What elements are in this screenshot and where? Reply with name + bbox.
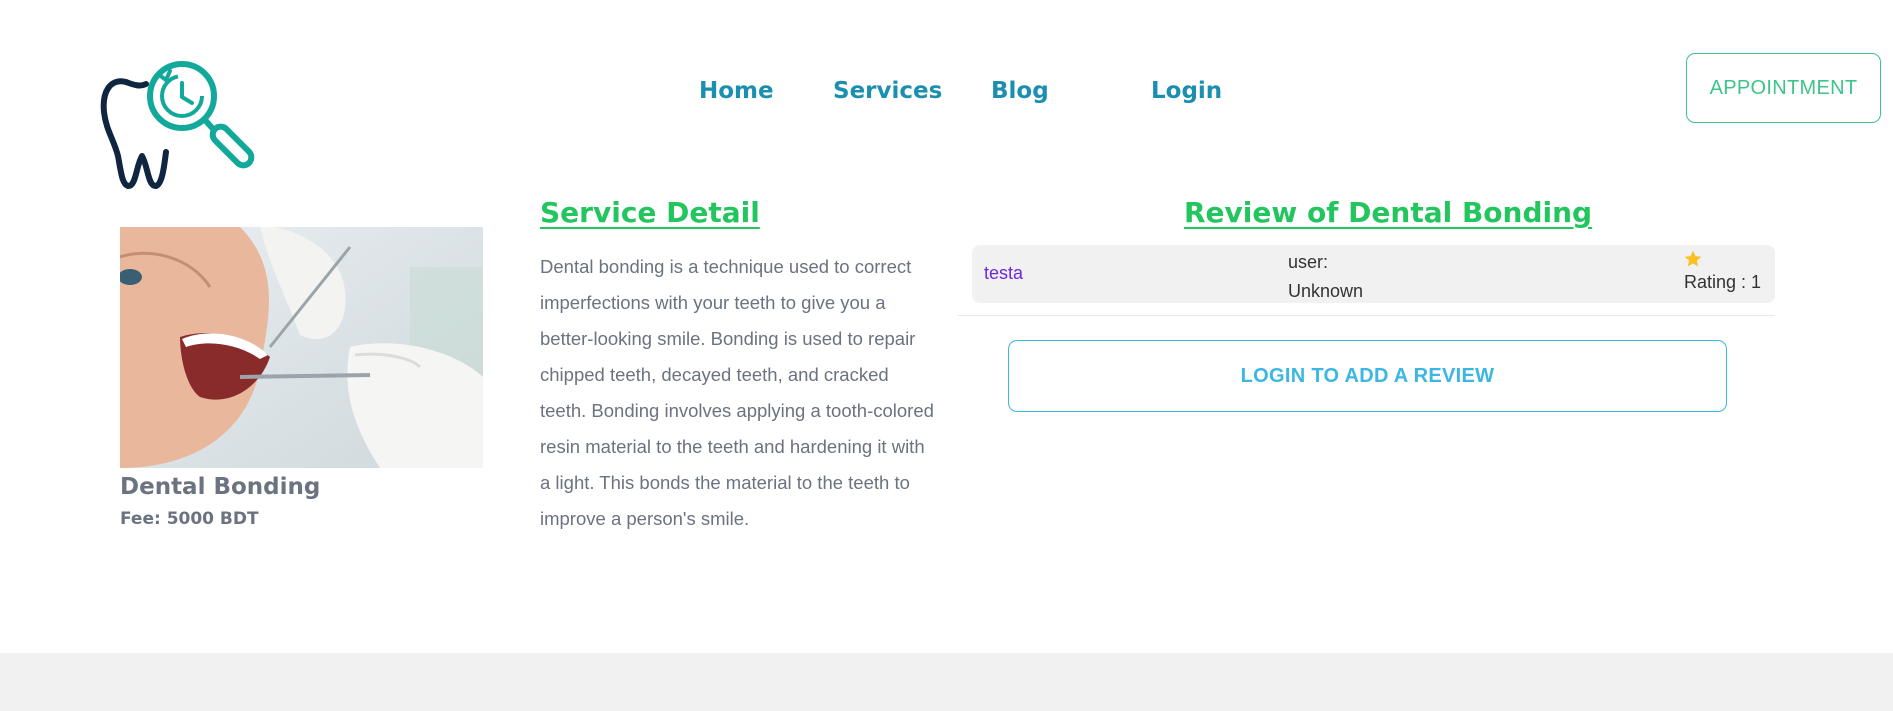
appointment-button[interactable]: APPOINTMENT	[1686, 53, 1881, 123]
nav-login-link[interactable]: Login	[1151, 76, 1222, 106]
service-description: Dental bonding is a technique used to co…	[540, 256, 934, 529]
divider	[958, 315, 1775, 316]
reviews-heading: Review of Dental Bonding	[1184, 196, 1593, 229]
nav-blog-link[interactable]: Blog	[991, 76, 1049, 106]
review-user-label: user:	[1288, 252, 1329, 272]
star-icon	[1684, 250, 1702, 267]
service-detail-heading: Service Detail	[540, 196, 760, 229]
nav-services-link[interactable]: Services	[833, 76, 942, 106]
review-card: testa user: Unknown Rating : 1	[972, 245, 1775, 303]
service-image	[120, 227, 483, 468]
login-to-review-button[interactable]: LOGIN TO ADD A REVIEW	[1008, 340, 1727, 412]
review-rating: Rating : 1	[1684, 272, 1762, 292]
review-username[interactable]: testa	[984, 263, 1023, 284]
review-user-value: Unknown	[1288, 281, 1364, 301]
service-fee: Fee: 5000 BDT	[120, 509, 259, 529]
review-user-info: user: Unknown	[1288, 248, 1363, 306]
nav-home-link[interactable]: Home	[699, 76, 774, 106]
dental-logo	[100, 61, 255, 189]
service-name: Dental Bonding	[120, 474, 321, 500]
footer	[0, 653, 1893, 711]
